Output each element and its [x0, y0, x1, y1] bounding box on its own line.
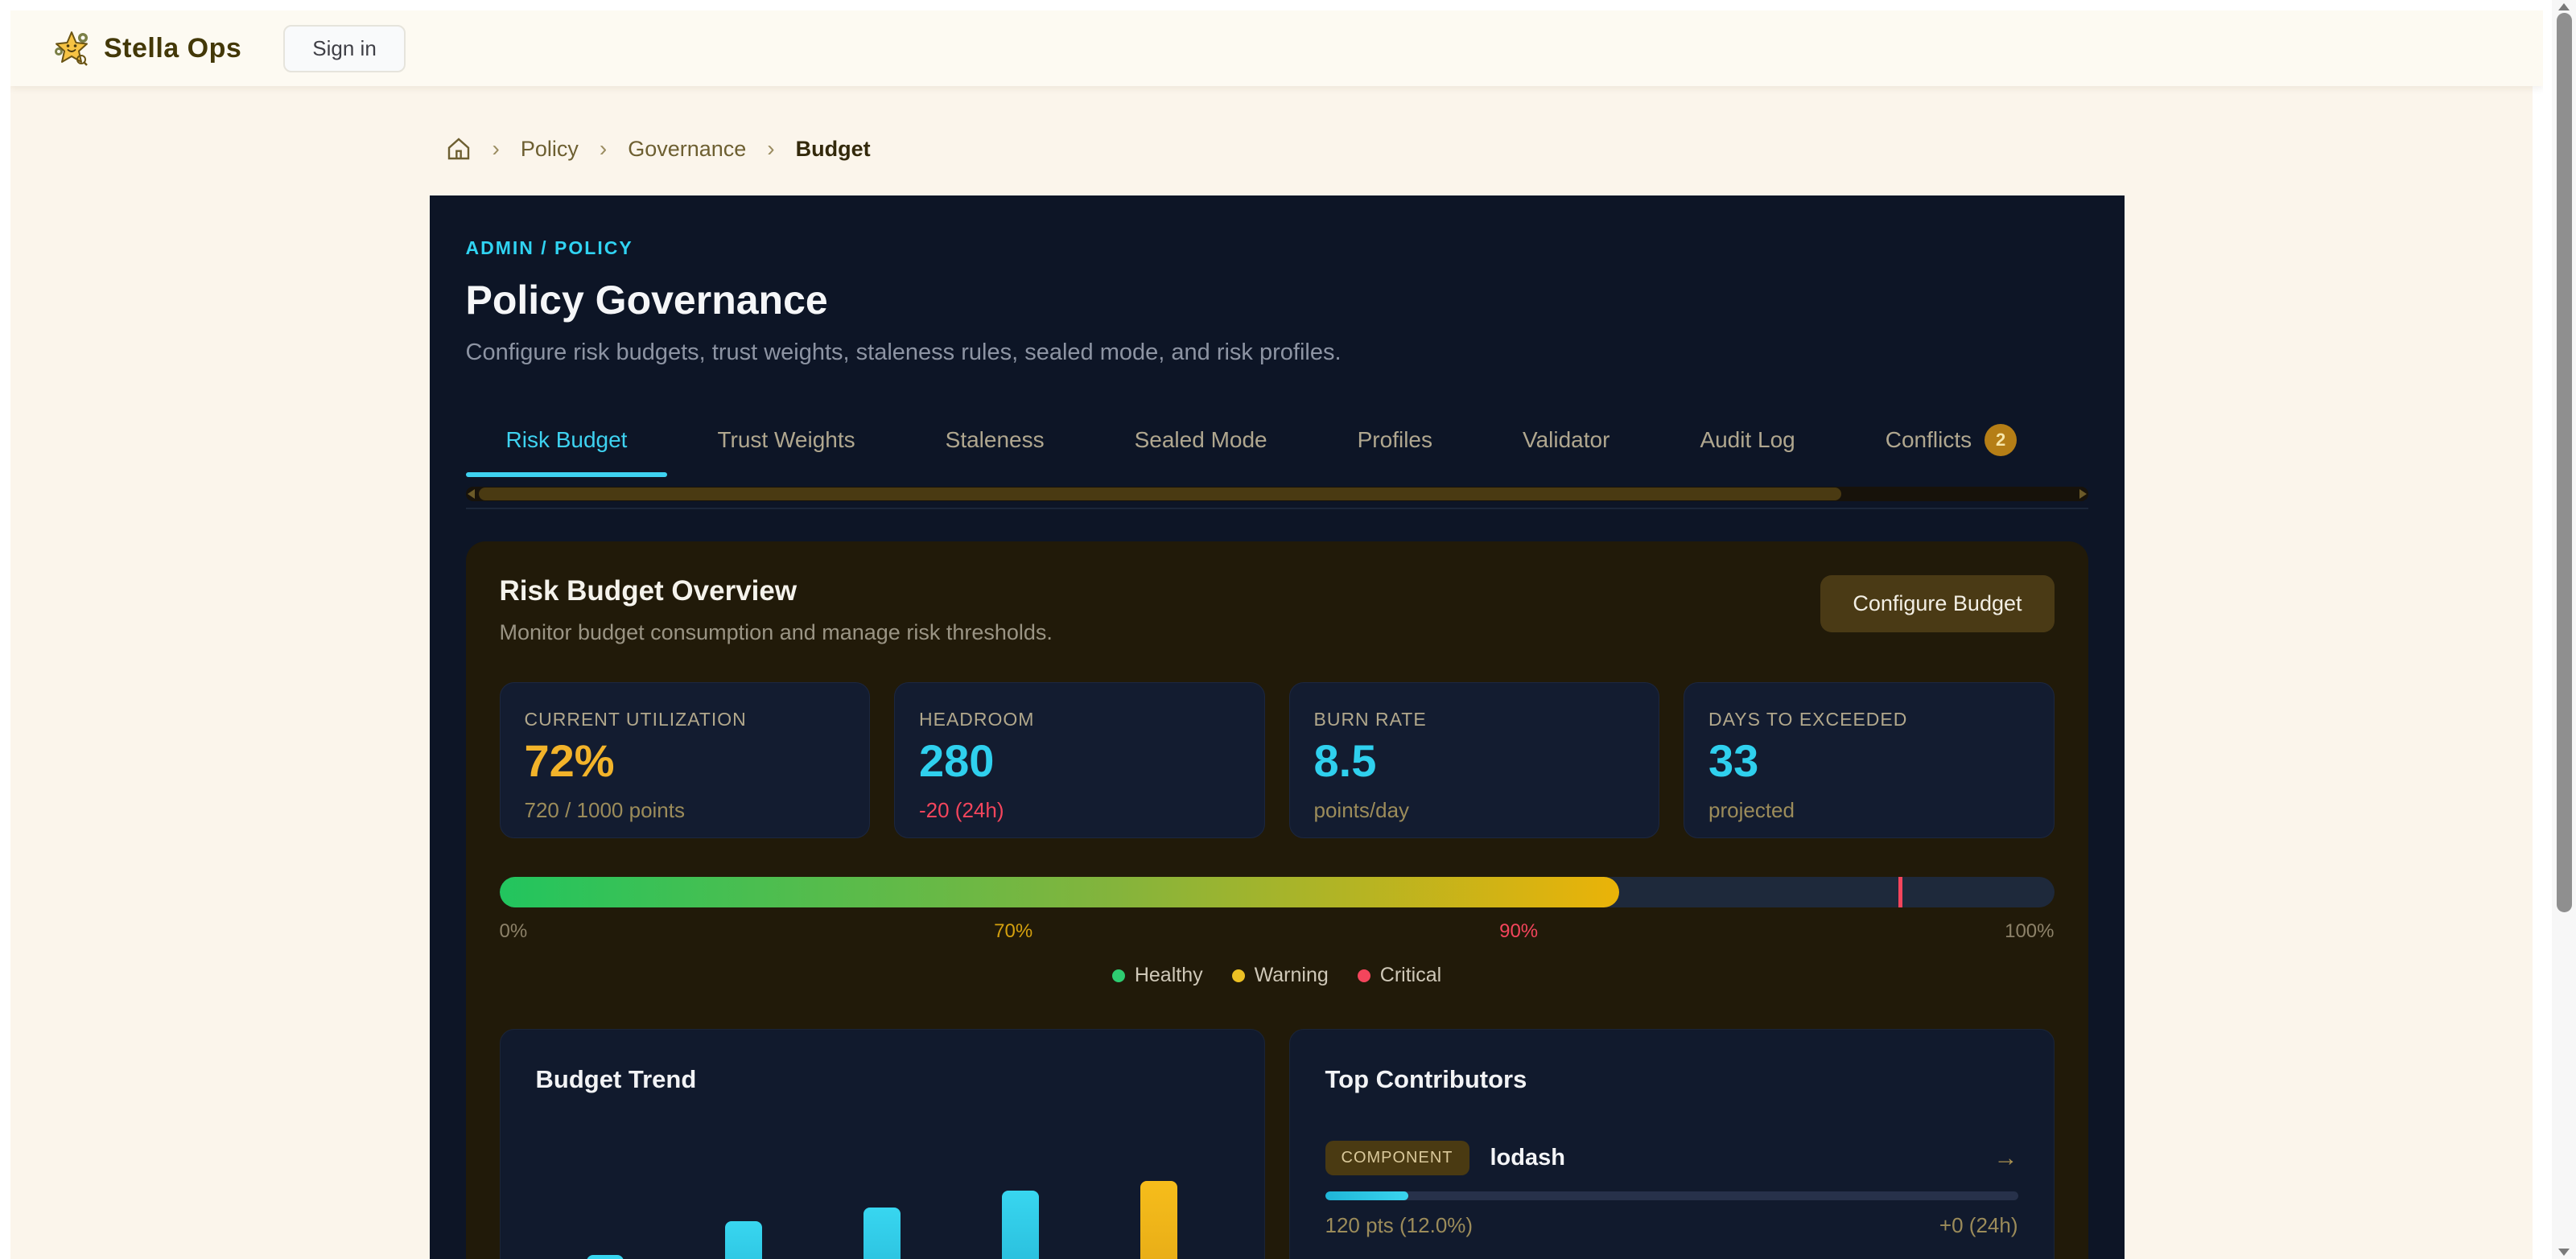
scrollbar-track[interactable] — [2552, 0, 2576, 1259]
breadcrumb-separator: › — [493, 136, 500, 162]
status-legend: Healthy Warning Critical — [500, 964, 2055, 987]
top-contributors-card: Top Contributors COMPONENT lodash → — [1289, 1029, 2055, 1259]
contribution-delta: +0 (24h) — [1939, 1213, 2018, 1238]
contributor-name: lodash — [1490, 1145, 1565, 1171]
axis-label-90: 90% — [1499, 920, 1538, 943]
healthy-dot-icon — [1112, 969, 1125, 982]
critical-threshold-marker — [1898, 877, 1902, 907]
stat-label: DAYS TO EXCEEDED — [1708, 709, 2030, 730]
breadcrumb: › Policy › Governance › Budget — [430, 136, 2125, 162]
warning-dot-icon — [1232, 969, 1245, 982]
stats-grid: CURRENT UTILIZATION 72% 720 / 1000 point… — [500, 682, 2055, 838]
stat-card-headroom: HEADROOM 280 -20 (24h) — [894, 682, 1265, 838]
scrollbar-thumb[interactable] — [2557, 13, 2572, 912]
page-title: Policy Governance — [466, 277, 2088, 323]
tabs-scrollbar-thumb[interactable] — [479, 488, 1841, 500]
brand[interactable]: Stella Ops — [54, 31, 241, 66]
stat-sub: points/day — [1314, 798, 1635, 823]
trend-flat-icon: → — [1994, 1145, 2018, 1172]
tab-conflicts[interactable]: Conflicts2 — [1845, 413, 2057, 477]
legend-warning: Warning — [1232, 964, 1329, 987]
axis-label-100: 100% — [2005, 920, 2054, 943]
risk-budget-overview-card: Risk Budget Overview Monitor budget cons… — [466, 541, 2088, 1259]
utilization-axis-labels: 0% 70% 90% 100% — [500, 920, 2055, 943]
overview-subtitle: Monitor budget consumption and manage ri… — [500, 620, 1053, 645]
budget-trend-chart — [536, 1157, 1229, 1259]
configure-budget-button[interactable]: Configure Budget — [1820, 575, 2054, 632]
stat-sub: 720 / 1000 points — [525, 798, 846, 823]
critical-dot-icon — [1358, 969, 1370, 982]
scroll-down-arrow-icon[interactable] — [2558, 1249, 2570, 1256]
trend-bar[interactable] — [725, 1221, 762, 1259]
trend-bar[interactable] — [863, 1208, 901, 1259]
tab-sealed-mode[interactable]: Sealed Mode — [1094, 413, 1308, 477]
stat-sub: projected — [1708, 798, 2030, 823]
tab-profiles[interactable]: Profiles — [1317, 413, 1473, 477]
scroll-left-arrow-icon[interactable] — [468, 489, 475, 499]
breadcrumb-separator: › — [767, 136, 774, 162]
stat-card-days-to-exceeded: DAYS TO EXCEEDED 33 projected — [1684, 682, 2055, 838]
sign-in-button[interactable]: Sign in — [283, 25, 406, 72]
stat-value: 8.5 — [1314, 739, 1635, 784]
legend-critical: Critical — [1358, 964, 1441, 987]
tab-trust-weights[interactable]: Trust Weights — [677, 413, 895, 477]
stat-label: HEADROOM — [919, 709, 1240, 730]
section-eyebrow: ADMIN / POLICY — [466, 237, 2088, 259]
budget-trend-card: Budget Trend 12/1 12/8 12/15 1 — [500, 1029, 1265, 1259]
tab-validator[interactable]: Validator — [1482, 413, 1650, 477]
tabs-divider — [466, 508, 2088, 509]
tabs-horizontal-scrollbar[interactable] — [466, 487, 2088, 501]
stat-value: 280 — [919, 739, 1240, 784]
trend-bar[interactable] — [1002, 1191, 1039, 1259]
utilization-fill — [500, 877, 1619, 907]
scroll-up-arrow-icon[interactable] — [2558, 3, 2570, 10]
brand-name: Stella Ops — [104, 33, 241, 64]
breadcrumb-current-budget: Budget — [796, 137, 871, 162]
app-window: Stella Ops Sign in › Policy › Governance… — [10, 10, 2543, 1259]
stat-sub: -20 (24h) — [919, 798, 1240, 823]
stat-card-burn-rate: BURN RATE 8.5 points/day — [1289, 682, 1660, 838]
contribution-points: 120 pts (12.0%) — [1325, 1213, 1473, 1238]
overview-title: Risk Budget Overview — [500, 575, 1053, 607]
type-badge: COMPONENT — [1325, 1141, 1469, 1175]
tab-risk-budget[interactable]: Risk Budget — [466, 413, 668, 477]
trend-bar[interactable] — [1140, 1181, 1177, 1259]
browser-vertical-scrollbar[interactable] — [2533, 0, 2576, 1259]
contribution-fill — [1325, 1191, 1408, 1200]
contribution-bar — [1325, 1191, 2018, 1200]
top-header-bar: Stella Ops Sign in — [10, 10, 2543, 86]
stat-label: BURN RATE — [1314, 709, 1635, 730]
breadcrumb-policy[interactable]: Policy — [521, 137, 579, 162]
legend-healthy: Healthy — [1112, 964, 1203, 987]
axis-label-70: 70% — [994, 920, 1032, 943]
scroll-right-arrow-icon[interactable] — [2079, 489, 2087, 499]
star-mascot-logo-icon — [54, 31, 89, 66]
utilization-progress-bar — [500, 877, 2055, 907]
breadcrumb-governance[interactable]: Governance — [628, 137, 746, 162]
tabs-container: Risk Budget Trust Weights Staleness Seal… — [466, 413, 2088, 509]
contributor-row-lodash[interactable]: COMPONENT lodash → 120 pts (12.0%) +0 (2… — [1325, 1129, 2018, 1259]
stat-label: CURRENT UTILIZATION — [525, 709, 846, 730]
utilization-section: 0% 70% 90% 100% Healthy Warning — [500, 877, 2055, 987]
tab-truncated[interactable]: Pl — [2067, 413, 2088, 477]
top-contributors-title: Top Contributors — [1325, 1065, 2018, 1094]
axis-label-0: 0% — [500, 920, 528, 943]
breadcrumb-separator: › — [600, 136, 607, 162]
stat-value: 72% — [525, 739, 846, 784]
conflicts-count-badge: 2 — [1985, 424, 2017, 456]
tab-staleness[interactable]: Staleness — [905, 413, 1085, 477]
trend-bar[interactable] — [587, 1255, 624, 1259]
stat-card-current-utilization: CURRENT UTILIZATION 72% 720 / 1000 point… — [500, 682, 871, 838]
budget-trend-title: Budget Trend — [536, 1065, 1229, 1094]
tab-audit-log[interactable]: Audit Log — [1659, 413, 1835, 477]
policy-governance-panel: ADMIN / POLICY Policy Governance Configu… — [430, 195, 2125, 1259]
page-subtitle: Configure risk budgets, trust weights, s… — [466, 339, 2088, 366]
home-icon[interactable] — [446, 136, 472, 162]
stat-value: 33 — [1708, 739, 2030, 784]
